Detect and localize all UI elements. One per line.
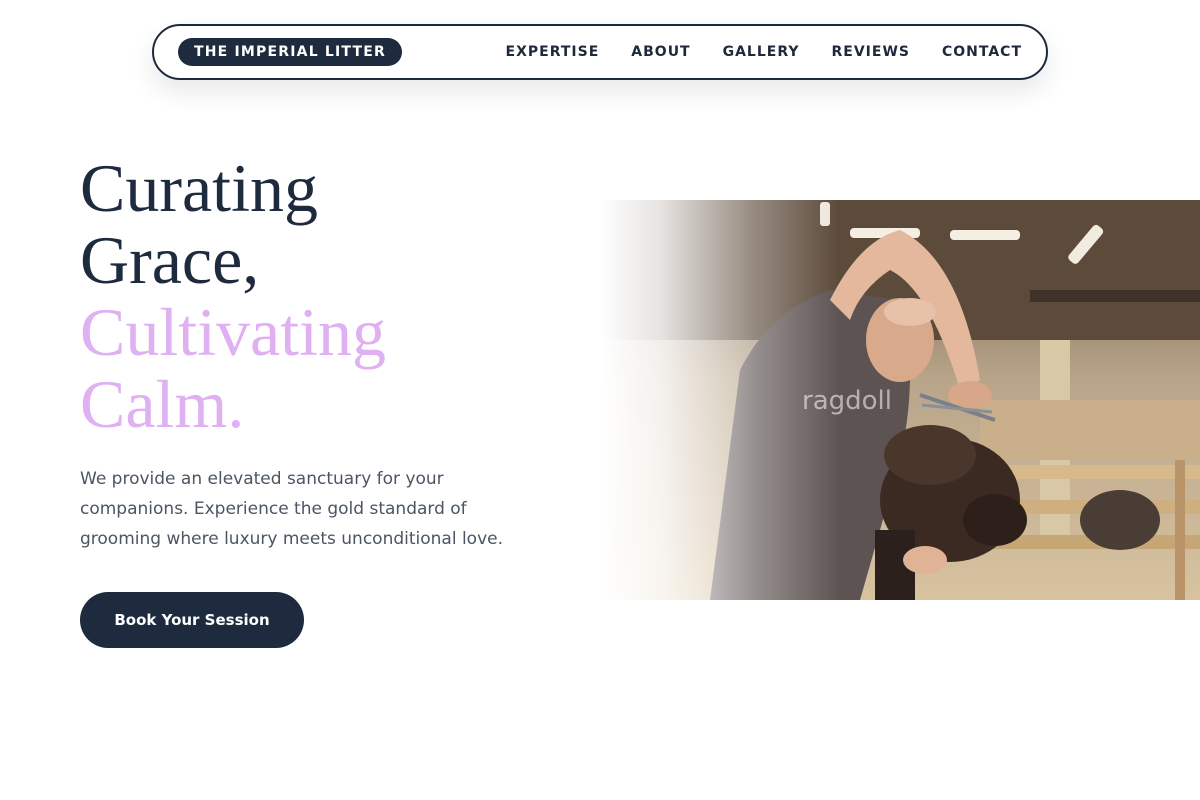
top-navigation: THE IMPERIAL LITTER EXPERTISE ABOUT GALL…: [152, 24, 1048, 80]
brand-logo[interactable]: THE IMPERIAL LITTER: [178, 38, 402, 66]
hero-title-line-2: Grace,: [80, 222, 260, 298]
hero-title: Curating Grace, Cultivating Calm.: [80, 152, 540, 440]
hero-description: We provide an elevated sanctuary for you…: [80, 469, 504, 549]
nav-link-contact[interactable]: CONTACT: [942, 44, 1022, 60]
nav-link-expertise[interactable]: EXPERTISE: [506, 44, 600, 60]
image-watermark: ragdoll: [802, 386, 892, 416]
hero-image-groomer: ragdoll: [600, 200, 1200, 600]
nav-link-reviews[interactable]: REVIEWS: [832, 44, 910, 60]
hero-title-line-1: Curating: [80, 150, 318, 226]
nav-menu: EXPERTISE ABOUT GALLERY REVIEWS CONTACT: [506, 44, 1022, 60]
book-session-button[interactable]: Book Your Session: [80, 592, 304, 648]
nav-link-about[interactable]: ABOUT: [631, 44, 690, 60]
nav-link-gallery[interactable]: GALLERY: [723, 44, 800, 60]
hero-accent-line-2: Calm.: [80, 366, 245, 442]
hero-accent-line-1: Cultivating: [80, 294, 386, 370]
